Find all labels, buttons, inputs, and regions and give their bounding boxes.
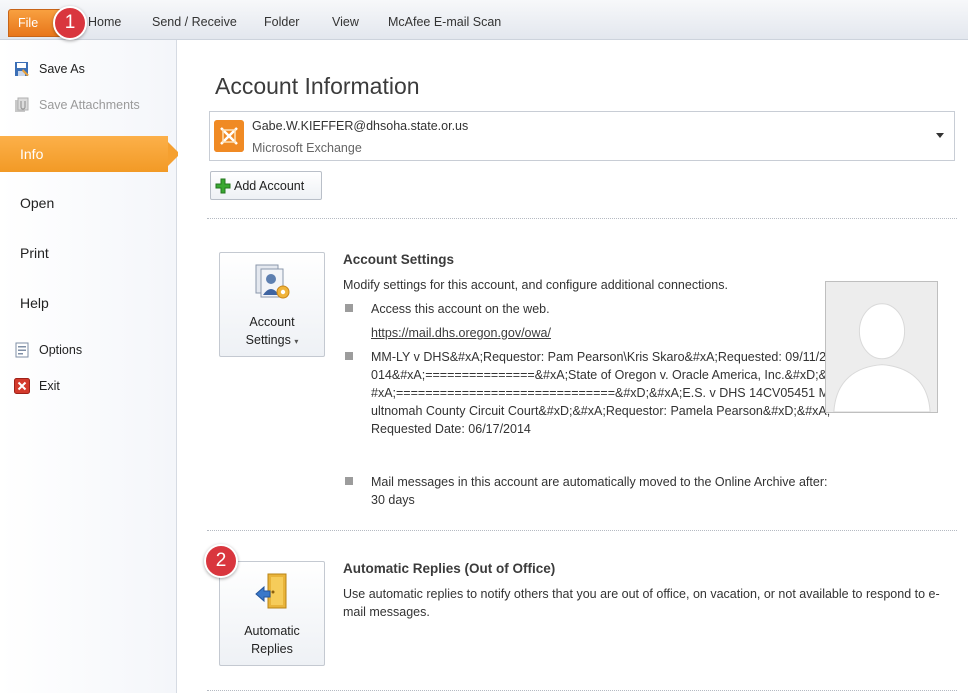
options-label: Options bbox=[39, 343, 83, 357]
account-settings-icon bbox=[255, 264, 290, 299]
online-archive-text: Mail messages in this account are automa… bbox=[371, 475, 828, 507]
options-button[interactable]: Options bbox=[14, 340, 82, 360]
save-as-icon bbox=[15, 62, 29, 76]
save-attachments-label: Save Attachments bbox=[39, 98, 140, 112]
options-icon bbox=[15, 342, 29, 358]
account-email: Gabe.W.KIEFFER@dhsoha.state.or.us bbox=[252, 119, 469, 133]
account-settings-title: Account Settings bbox=[343, 252, 455, 267]
dropdown-arrow-icon[interactable] bbox=[934, 128, 946, 142]
save-as-button[interactable]: Save As bbox=[14, 59, 85, 79]
tab-folder[interactable]: Folder bbox=[264, 10, 299, 34]
account-selector[interactable]: Gabe.W.KIEFFER@dhsoha.state.or.us Micros… bbox=[209, 111, 955, 161]
web-access-text: Access this account on the web. bbox=[371, 302, 550, 316]
account-settings-button[interactable]: Account Settings ▾ bbox=[219, 252, 325, 357]
nav-print[interactable]: Print bbox=[0, 235, 177, 271]
callout-badge-2: 2 bbox=[204, 544, 238, 578]
exchange-icon bbox=[214, 120, 244, 152]
add-plus-icon bbox=[215, 178, 231, 193]
exit-button[interactable]: Exit bbox=[14, 376, 60, 396]
tab-send-receive[interactable]: Send / Receive bbox=[152, 10, 237, 34]
nav-info[interactable]: Info bbox=[0, 136, 180, 172]
callout-badge-1: 1 bbox=[53, 6, 87, 40]
owa-link[interactable]: https://mail.dhs.oregon.gov/owa/ bbox=[371, 324, 833, 342]
add-account-button[interactable]: Add Account bbox=[210, 171, 322, 200]
dropdown-caret-icon: ▾ bbox=[294, 337, 299, 346]
tab-view[interactable]: View bbox=[332, 10, 359, 34]
bullet-icon bbox=[345, 477, 353, 485]
section-divider bbox=[207, 690, 957, 691]
automatic-replies-description: Use automatic replies to notify others t… bbox=[343, 587, 940, 619]
exit-icon bbox=[14, 378, 30, 394]
account-note-text: MM-LY v DHS&#xA;Requestor: Pam Pearson\K… bbox=[371, 350, 831, 436]
contact-photo-placeholder-icon[interactable] bbox=[825, 281, 938, 413]
save-attachments-icon bbox=[15, 97, 29, 112]
exit-label: Exit bbox=[39, 379, 60, 393]
account-settings-button-label-line2: Settings ▾ bbox=[245, 333, 299, 347]
backstage-sidebar: Save As Save Attachments Info Open Print… bbox=[0, 40, 180, 693]
account-settings-description: Modify settings for this account, and co… bbox=[343, 278, 728, 292]
automatic-replies-button[interactable]: Automatic Replies bbox=[219, 561, 325, 666]
bullet-icon bbox=[345, 352, 353, 360]
bullet-icon bbox=[345, 304, 353, 312]
save-attachments-button[interactable]: Save Attachments bbox=[14, 95, 140, 115]
automatic-replies-button-label-line1: Automatic bbox=[244, 624, 300, 638]
account-type: Microsoft Exchange bbox=[252, 141, 362, 155]
add-account-label: Add Account bbox=[234, 178, 305, 193]
account-info-panel: Account Information Gabe.W.KIEFFER@dhsoh… bbox=[178, 40, 968, 693]
tab-home[interactable]: Home bbox=[88, 10, 121, 34]
ribbon-tab-bar: File Home Send / Receive Folder View McA… bbox=[0, 0, 968, 40]
nav-help[interactable]: Help bbox=[0, 285, 177, 321]
section-divider bbox=[207, 218, 957, 219]
automatic-replies-title: Automatic Replies (Out of Office) bbox=[343, 561, 556, 576]
tab-mcafee-email-scan[interactable]: McAfee E-mail Scan bbox=[388, 10, 501, 34]
section-divider bbox=[207, 530, 957, 531]
automatic-replies-door-icon bbox=[255, 573, 287, 609]
save-as-label: Save As bbox=[39, 62, 85, 76]
nav-open[interactable]: Open bbox=[0, 185, 177, 221]
account-settings-button-label-line1: Account bbox=[249, 315, 295, 329]
automatic-replies-button-label-line2: Replies bbox=[251, 642, 293, 656]
page-title: Account Information bbox=[215, 73, 420, 99]
